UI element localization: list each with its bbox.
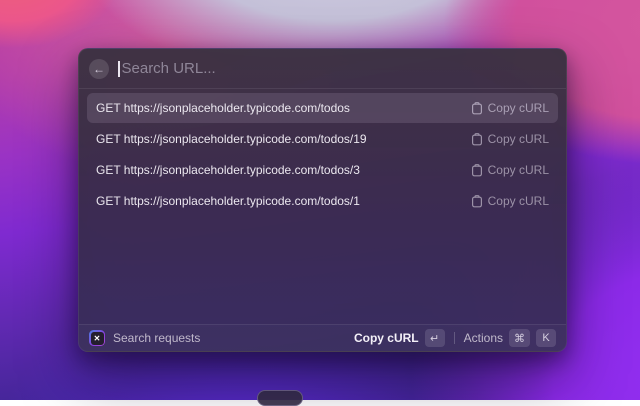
copy-curl-label: Copy cURL — [487, 132, 549, 146]
clipboard-icon — [471, 163, 483, 177]
footer-right: Copy cURL ↵ Actions ⌘ K — [354, 329, 556, 347]
clipboard-icon — [471, 101, 483, 115]
extension-icon-glyph: ✕ — [90, 331, 104, 345]
request-row[interactable]: GET https://jsonplaceholder.typicode.com… — [87, 93, 558, 123]
primary-action-label[interactable]: Copy cURL — [354, 331, 419, 345]
search-header: ← — [79, 49, 566, 89]
enter-keycap: ↵ — [424, 329, 445, 347]
request-method-url: GET https://jsonplaceholder.typicode.com… — [96, 163, 360, 177]
actions-label[interactable]: Actions — [464, 331, 503, 345]
request-list: GET https://jsonplaceholder.typicode.com… — [79, 89, 566, 324]
desktop-wallpaper: ← GET https://jsonplaceholder.typicode.c… — [0, 0, 640, 406]
command-name: Search requests — [113, 331, 201, 345]
request-method-url: GET https://jsonplaceholder.typicode.com… — [96, 132, 367, 146]
k-keycap: K — [536, 329, 556, 347]
search-input[interactable] — [119, 60, 556, 77]
request-method-url: GET https://jsonplaceholder.typicode.com… — [96, 194, 360, 208]
row-copy-curl: Copy cURL — [471, 101, 549, 115]
row-copy-curl: Copy cURL — [471, 132, 549, 146]
row-copy-curl: Copy cURL — [471, 163, 549, 177]
cmd-keycap: ⌘ — [509, 329, 530, 347]
dock-peek — [257, 390, 303, 406]
extension-icon: ✕ — [89, 330, 105, 346]
footer-left: ✕ Search requests — [89, 330, 200, 346]
footer-bar: ✕ Search requests Copy cURL ↵ Actions ⌘ … — [79, 324, 566, 351]
request-row[interactable]: GET https://jsonplaceholder.typicode.com… — [87, 155, 558, 185]
request-row[interactable]: GET https://jsonplaceholder.typicode.com… — [87, 124, 558, 154]
footer-separator — [453, 332, 455, 344]
clipboard-icon — [471, 194, 483, 208]
request-row[interactable]: GET https://jsonplaceholder.typicode.com… — [87, 186, 558, 216]
copy-curl-label: Copy cURL — [487, 163, 549, 177]
request-method-url: GET https://jsonplaceholder.typicode.com… — [96, 101, 350, 115]
row-copy-curl: Copy cURL — [471, 194, 549, 208]
copy-curl-label: Copy cURL — [487, 194, 549, 208]
copy-curl-label: Copy cURL — [487, 101, 549, 115]
back-button[interactable]: ← — [89, 58, 109, 79]
command-palette-window: ← GET https://jsonplaceholder.typicode.c… — [78, 48, 567, 352]
clipboard-icon — [471, 132, 483, 146]
